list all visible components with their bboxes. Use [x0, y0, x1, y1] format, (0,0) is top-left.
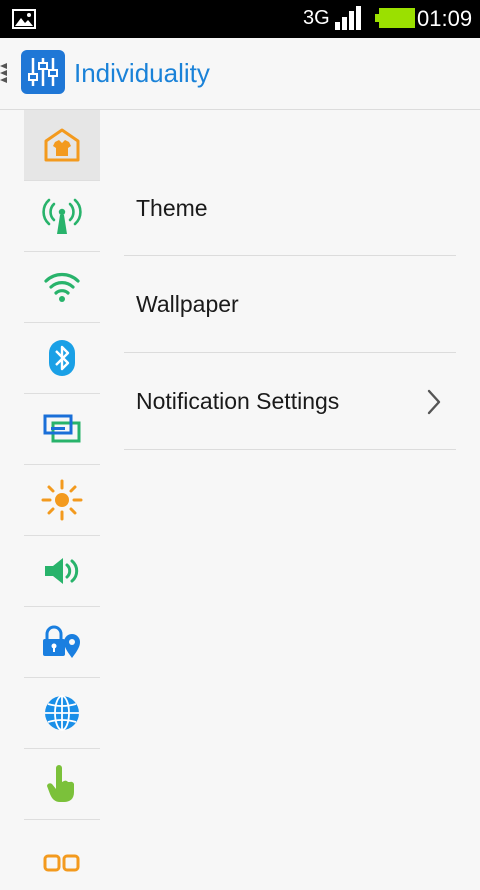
- list-item-label: Notification Settings: [136, 388, 340, 414]
- status-bar: 3G 01:09: [0, 0, 480, 38]
- sidebar-item-network[interactable]: [24, 181, 100, 251]
- bluetooth-icon: [49, 340, 75, 376]
- sidebar-item-security[interactable]: [24, 607, 100, 677]
- sidebar-item-brightness[interactable]: [24, 465, 100, 535]
- sidebar-item-gesture[interactable]: [24, 749, 100, 819]
- sidebar-item-wifi[interactable]: [24, 252, 100, 322]
- list-item-label: Wallpaper: [136, 291, 239, 317]
- wifi-icon: [44, 273, 80, 302]
- image-notification-icon: [12, 9, 36, 29]
- theme-house-icon: [44, 128, 80, 162]
- list-item-wallpaper[interactable]: Wallpaper: [124, 256, 456, 352]
- sidebar-item-display[interactable]: [24, 394, 100, 464]
- network-type-label: 3G: [303, 7, 330, 29]
- page-title: Individuality: [74, 58, 210, 88]
- signal-strength-icon: [335, 6, 361, 30]
- clock: 01:09: [417, 6, 473, 31]
- hand-gesture-icon: [47, 765, 74, 802]
- screens-icon: [43, 414, 81, 443]
- apps-grid-icon: [43, 854, 80, 872]
- sidebar-item-bluetooth[interactable]: [24, 323, 100, 393]
- sliders-icon[interactable]: [21, 50, 65, 94]
- list-item-label: Theme: [136, 195, 208, 221]
- category-sidebar: [24, 110, 100, 872]
- lock-location-icon: [43, 625, 80, 658]
- list-divider: [124, 449, 456, 450]
- action-bar: Individuality: [0, 38, 480, 110]
- sidebar-item-apps[interactable]: [24, 820, 100, 890]
- antenna-icon: [42, 198, 82, 234]
- sidebar-item-sound[interactable]: [24, 536, 100, 606]
- drawer-handle-icon[interactable]: [0, 62, 10, 84]
- list-item-theme[interactable]: Theme: [124, 160, 456, 256]
- brightness-sun-icon: [41, 479, 83, 521]
- sidebar-item-language[interactable]: [24, 678, 100, 748]
- volume-icon: [45, 558, 79, 584]
- globe-icon: [45, 695, 79, 731]
- chevron-right-icon: [427, 389, 441, 415]
- sidebar-item-theme[interactable]: [24, 110, 100, 180]
- list-item-notification-settings[interactable]: Notification Settings: [124, 353, 456, 449]
- battery-icon: [375, 8, 415, 28]
